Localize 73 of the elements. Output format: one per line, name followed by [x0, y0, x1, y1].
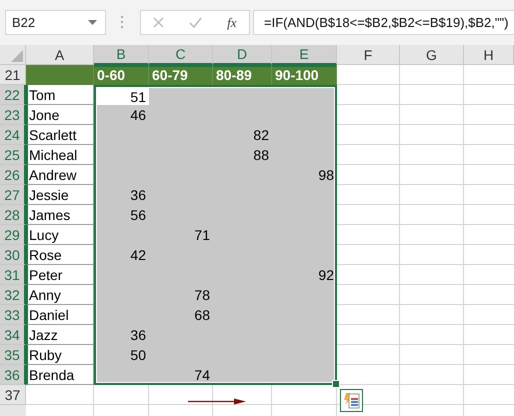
- table-cell[interactable]: 74: [149, 365, 213, 385]
- row-header[interactable]: 29: [0, 225, 26, 245]
- table-cell[interactable]: Rose: [26, 245, 94, 265]
- column-header[interactable]: A: [26, 45, 94, 65]
- table-cell[interactable]: 78: [149, 285, 213, 305]
- row-header[interactable]: 27: [0, 185, 26, 205]
- row-header[interactable]: 33: [0, 305, 26, 325]
- table-cell[interactable]: 82: [213, 125, 272, 145]
- check-icon[interactable]: [189, 17, 202, 28]
- column-header[interactable]: H: [464, 45, 514, 65]
- row-header[interactable]: 31: [0, 265, 26, 285]
- table-cell[interactable]: 98: [272, 165, 337, 185]
- table-cell[interactable]: 68: [149, 305, 213, 325]
- table-cell[interactable]: 42: [94, 245, 149, 265]
- column-header[interactable]: D: [213, 45, 272, 65]
- table-cell[interactable]: 0-60: [94, 65, 149, 85]
- row-header[interactable]: 35: [0, 345, 26, 365]
- row-header[interactable]: 22: [0, 85, 26, 105]
- insert-function-label[interactable]: fx: [227, 14, 237, 30]
- row-header[interactable]: 30: [0, 245, 26, 265]
- arrow-icon: [188, 398, 246, 405]
- table-cell[interactable]: Micheal: [26, 145, 94, 165]
- row-header[interactable]: 25: [0, 145, 26, 165]
- row-header[interactable]: 34: [0, 325, 26, 345]
- row-header[interactable]: 26: [0, 165, 26, 185]
- table-cell[interactable]: 46: [94, 105, 149, 125]
- quick-analysis-icon[interactable]: [340, 389, 363, 412]
- dropdown-icon[interactable]: [88, 20, 97, 25]
- row-header[interactable]: 21: [0, 65, 26, 85]
- table-cell[interactable]: 80-89: [213, 65, 272, 85]
- fill-handle[interactable]: [332, 380, 340, 388]
- formula-field[interactable]: =IF(AND(B$18<=$B2,$B2<=B$19),$B2,""): [253, 10, 514, 35]
- table-cell[interactable]: Jone: [26, 105, 94, 125]
- table-cell[interactable]: Jazz: [26, 325, 94, 345]
- selected-range[interactable]: [94, 85, 337, 385]
- table-cell[interactable]: 71: [149, 225, 213, 245]
- row-header[interactable]: 36: [0, 365, 26, 385]
- table-cell[interactable]: [26, 65, 94, 85]
- row-header[interactable]: 32: [0, 285, 26, 305]
- table-cell[interactable]: Brenda: [26, 365, 94, 385]
- column-header[interactable]: F: [337, 45, 400, 65]
- table-cell[interactable]: 56: [94, 205, 149, 225]
- table-cell[interactable]: 50: [94, 345, 149, 365]
- table-cell[interactable]: 92: [272, 265, 337, 285]
- table-cell[interactable]: Ruby: [26, 345, 94, 365]
- row-header[interactable]: 24: [0, 125, 26, 145]
- table-cell[interactable]: 90-100: [272, 65, 337, 85]
- column-header[interactable]: G: [400, 45, 464, 65]
- row-header[interactable]: 23: [0, 105, 26, 125]
- table-cell[interactable]: 88: [213, 145, 272, 165]
- table-cell[interactable]: Tom: [26, 85, 94, 105]
- column-header[interactable]: C: [149, 45, 213, 65]
- table-cell[interactable]: James: [26, 205, 94, 225]
- cell-reference: B22: [12, 15, 36, 30]
- table-cell[interactable]: Jessie: [26, 185, 94, 205]
- table-cell[interactable]: 36: [94, 185, 149, 205]
- column-header[interactable]: E: [272, 45, 337, 65]
- table-cell[interactable]: Andrew: [26, 165, 94, 185]
- cancel-icon[interactable]: [153, 17, 164, 28]
- row-header[interactable]: 37: [0, 385, 26, 405]
- table-cell[interactable]: Scarlett: [26, 125, 94, 145]
- table-cell[interactable]: 51: [97, 88, 149, 105]
- column-header[interactable]: B: [94, 45, 149, 65]
- row-header[interactable]: 28: [0, 205, 26, 225]
- table-cell[interactable]: 36: [94, 325, 149, 345]
- select-all-icon[interactable]: [11, 50, 23, 62]
- table-cell[interactable]: Daniel: [26, 305, 94, 325]
- table-cell[interactable]: Lucy: [26, 225, 94, 245]
- table-cell[interactable]: 60-79: [149, 65, 213, 85]
- table-cell[interactable]: Peter: [26, 265, 94, 285]
- name-box[interactable]: B22: [5, 10, 106, 35]
- table-cell[interactable]: Anny: [26, 285, 94, 305]
- drag-handle-icon[interactable]: [121, 16, 124, 29]
